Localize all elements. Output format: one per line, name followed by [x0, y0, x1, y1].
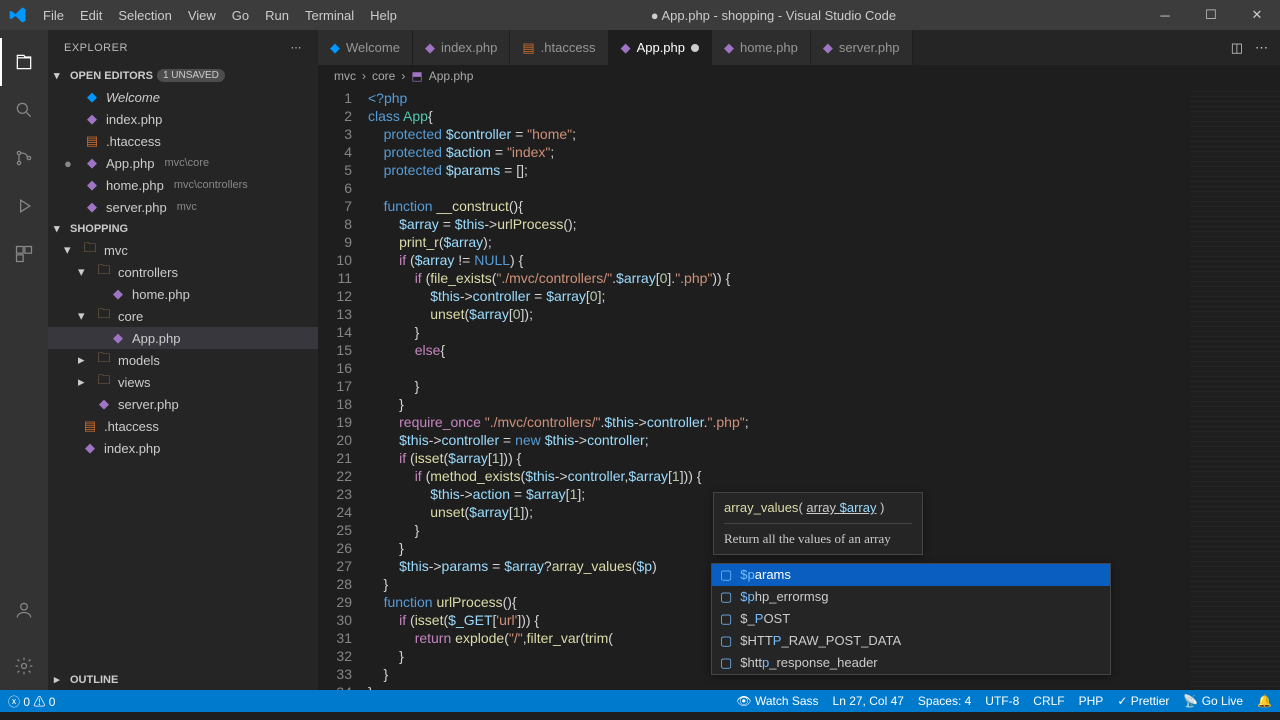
suggestion-item[interactable]: ▢$_POST — [712, 608, 1110, 630]
status-watch-sass[interactable]: 👁 Watch Sass — [736, 694, 818, 708]
open-editor-item[interactable]: ◆Welcome — [48, 86, 318, 108]
activity-settings[interactable] — [0, 642, 48, 690]
suggestion-item[interactable]: ▢$HTTP_RAW_POST_DATA — [712, 630, 1110, 652]
tab-home-php[interactable]: ◆home.php — [712, 30, 811, 65]
minimize-button[interactable]: ─ — [1142, 0, 1188, 30]
vscode-logo — [0, 5, 35, 25]
folder-item[interactable]: ▾🗀controllers — [48, 261, 318, 283]
suggestion-item[interactable]: ▢$php_errormsg — [712, 586, 1110, 608]
maximize-button[interactable]: ☐ — [1188, 0, 1234, 30]
file-item[interactable]: ◆index.php — [48, 437, 318, 459]
menu-terminal[interactable]: Terminal — [297, 8, 362, 23]
status-errors[interactable]: ⓧ 0 ⚠ 0 — [8, 693, 55, 710]
split-editor-icon[interactable]: ◫ — [1231, 40, 1243, 56]
editor-area: ◆Welcome◆index.php▤.htaccess◆App.php◆hom… — [318, 30, 1280, 690]
menu-file[interactable]: File — [35, 8, 72, 23]
suggestion-item[interactable]: ▢$http_response_header — [712, 652, 1110, 674]
close-button[interactable]: ✕ — [1234, 0, 1280, 30]
section-outline[interactable]: ▸OUTLINE — [48, 669, 318, 690]
file-item[interactable]: ◆home.php — [48, 283, 318, 305]
status-prettier[interactable]: ✓ Prettier — [1117, 694, 1169, 708]
title-bar: File Edit Selection View Go Run Terminal… — [0, 0, 1280, 30]
folder-item[interactable]: ▾🗀core — [48, 305, 318, 327]
status-golive[interactable]: 📡 Go Live — [1183, 694, 1243, 708]
status-encoding[interactable]: UTF-8 — [985, 694, 1019, 708]
menu-run[interactable]: Run — [257, 8, 297, 23]
unsaved-badge: 1 UNSAVED — [157, 69, 225, 82]
code-editor[interactable]: 1234567891011121314151617181920212223242… — [318, 87, 1280, 690]
open-editor-item[interactable]: ◆index.php — [48, 108, 318, 130]
status-eol[interactable]: CRLF — [1033, 694, 1064, 708]
status-bar: ⓧ 0 ⚠ 0 👁 Watch Sass Ln 27, Col 47 Space… — [0, 690, 1280, 712]
file-item[interactable]: ◆server.php — [48, 393, 318, 415]
open-editor-item[interactable]: ▤.htaccess — [48, 130, 318, 152]
tab-more-icon[interactable]: ⋯ — [1255, 40, 1268, 56]
status-spaces[interactable]: Spaces: 4 — [918, 694, 971, 708]
sidebar-more-icon[interactable]: ⋯ — [291, 41, 303, 54]
folder-item[interactable]: ▸🗀models — [48, 349, 318, 371]
file-item[interactable]: ◆App.php — [48, 327, 318, 349]
menu-help[interactable]: Help — [362, 8, 405, 23]
activity-scm[interactable] — [0, 134, 48, 182]
activity-bar — [0, 30, 48, 690]
tab--htaccess[interactable]: ▤.htaccess — [510, 30, 608, 65]
activity-search[interactable] — [0, 86, 48, 134]
tab-index-php[interactable]: ◆index.php — [413, 30, 510, 65]
tab-App-php[interactable]: ◆App.php — [609, 30, 712, 65]
menu-selection[interactable]: Selection — [110, 8, 179, 23]
status-lang[interactable]: PHP — [1079, 694, 1104, 708]
tabs: ◆Welcome◆index.php▤.htaccess◆App.php◆hom… — [318, 30, 1280, 65]
folder-item[interactable]: ▾🗀mvc — [48, 239, 318, 261]
menu-view[interactable]: View — [180, 8, 224, 23]
sidebar-title: EXPLORER — [64, 42, 128, 54]
menu-bar: File Edit Selection View Go Run Terminal… — [35, 8, 405, 23]
sidebar: EXPLORER ⋯ ▾ OPEN EDITORS 1 UNSAVED ◆Wel… — [48, 30, 318, 690]
tab-server-php[interactable]: ◆server.php — [811, 30, 913, 65]
suggestion-list[interactable]: ▢$params▢$php_errormsg▢$_POST▢$HTTP_RAW_… — [711, 563, 1111, 675]
menu-go[interactable]: Go — [224, 8, 257, 23]
activity-account[interactable] — [0, 586, 48, 634]
open-editor-item[interactable]: ◆server.phpmvc — [48, 196, 318, 218]
menu-edit[interactable]: Edit — [72, 8, 110, 23]
tab-Welcome[interactable]: ◆Welcome — [318, 30, 413, 65]
suggestion-item[interactable]: ▢$params — [712, 564, 1110, 586]
open-editor-item[interactable]: ●◆App.phpmvc\core — [48, 152, 318, 174]
section-open-editors[interactable]: ▾ OPEN EDITORS 1 UNSAVED — [48, 65, 318, 86]
window-title: ● App.php - shopping - Visual Studio Cod… — [405, 8, 1142, 23]
activity-debug[interactable] — [0, 182, 48, 230]
status-cursor[interactable]: Ln 27, Col 47 — [833, 694, 904, 708]
signature-help: array_values( array $array ) Return all … — [713, 492, 923, 555]
open-editor-item[interactable]: ◆home.phpmvc\controllers — [48, 174, 318, 196]
breadcrumb[interactable]: mvc› core› ⬒App.php — [318, 65, 1280, 87]
minimap[interactable] — [1190, 87, 1280, 690]
activity-explorer[interactable] — [0, 38, 48, 86]
folder-item[interactable]: ▸🗀views — [48, 371, 318, 393]
status-bell-icon[interactable]: 🔔 — [1257, 694, 1272, 708]
file-item[interactable]: ▤.htaccess — [48, 415, 318, 437]
activity-extensions[interactable] — [0, 230, 48, 278]
section-project[interactable]: ▾SHOPPING — [48, 218, 318, 239]
